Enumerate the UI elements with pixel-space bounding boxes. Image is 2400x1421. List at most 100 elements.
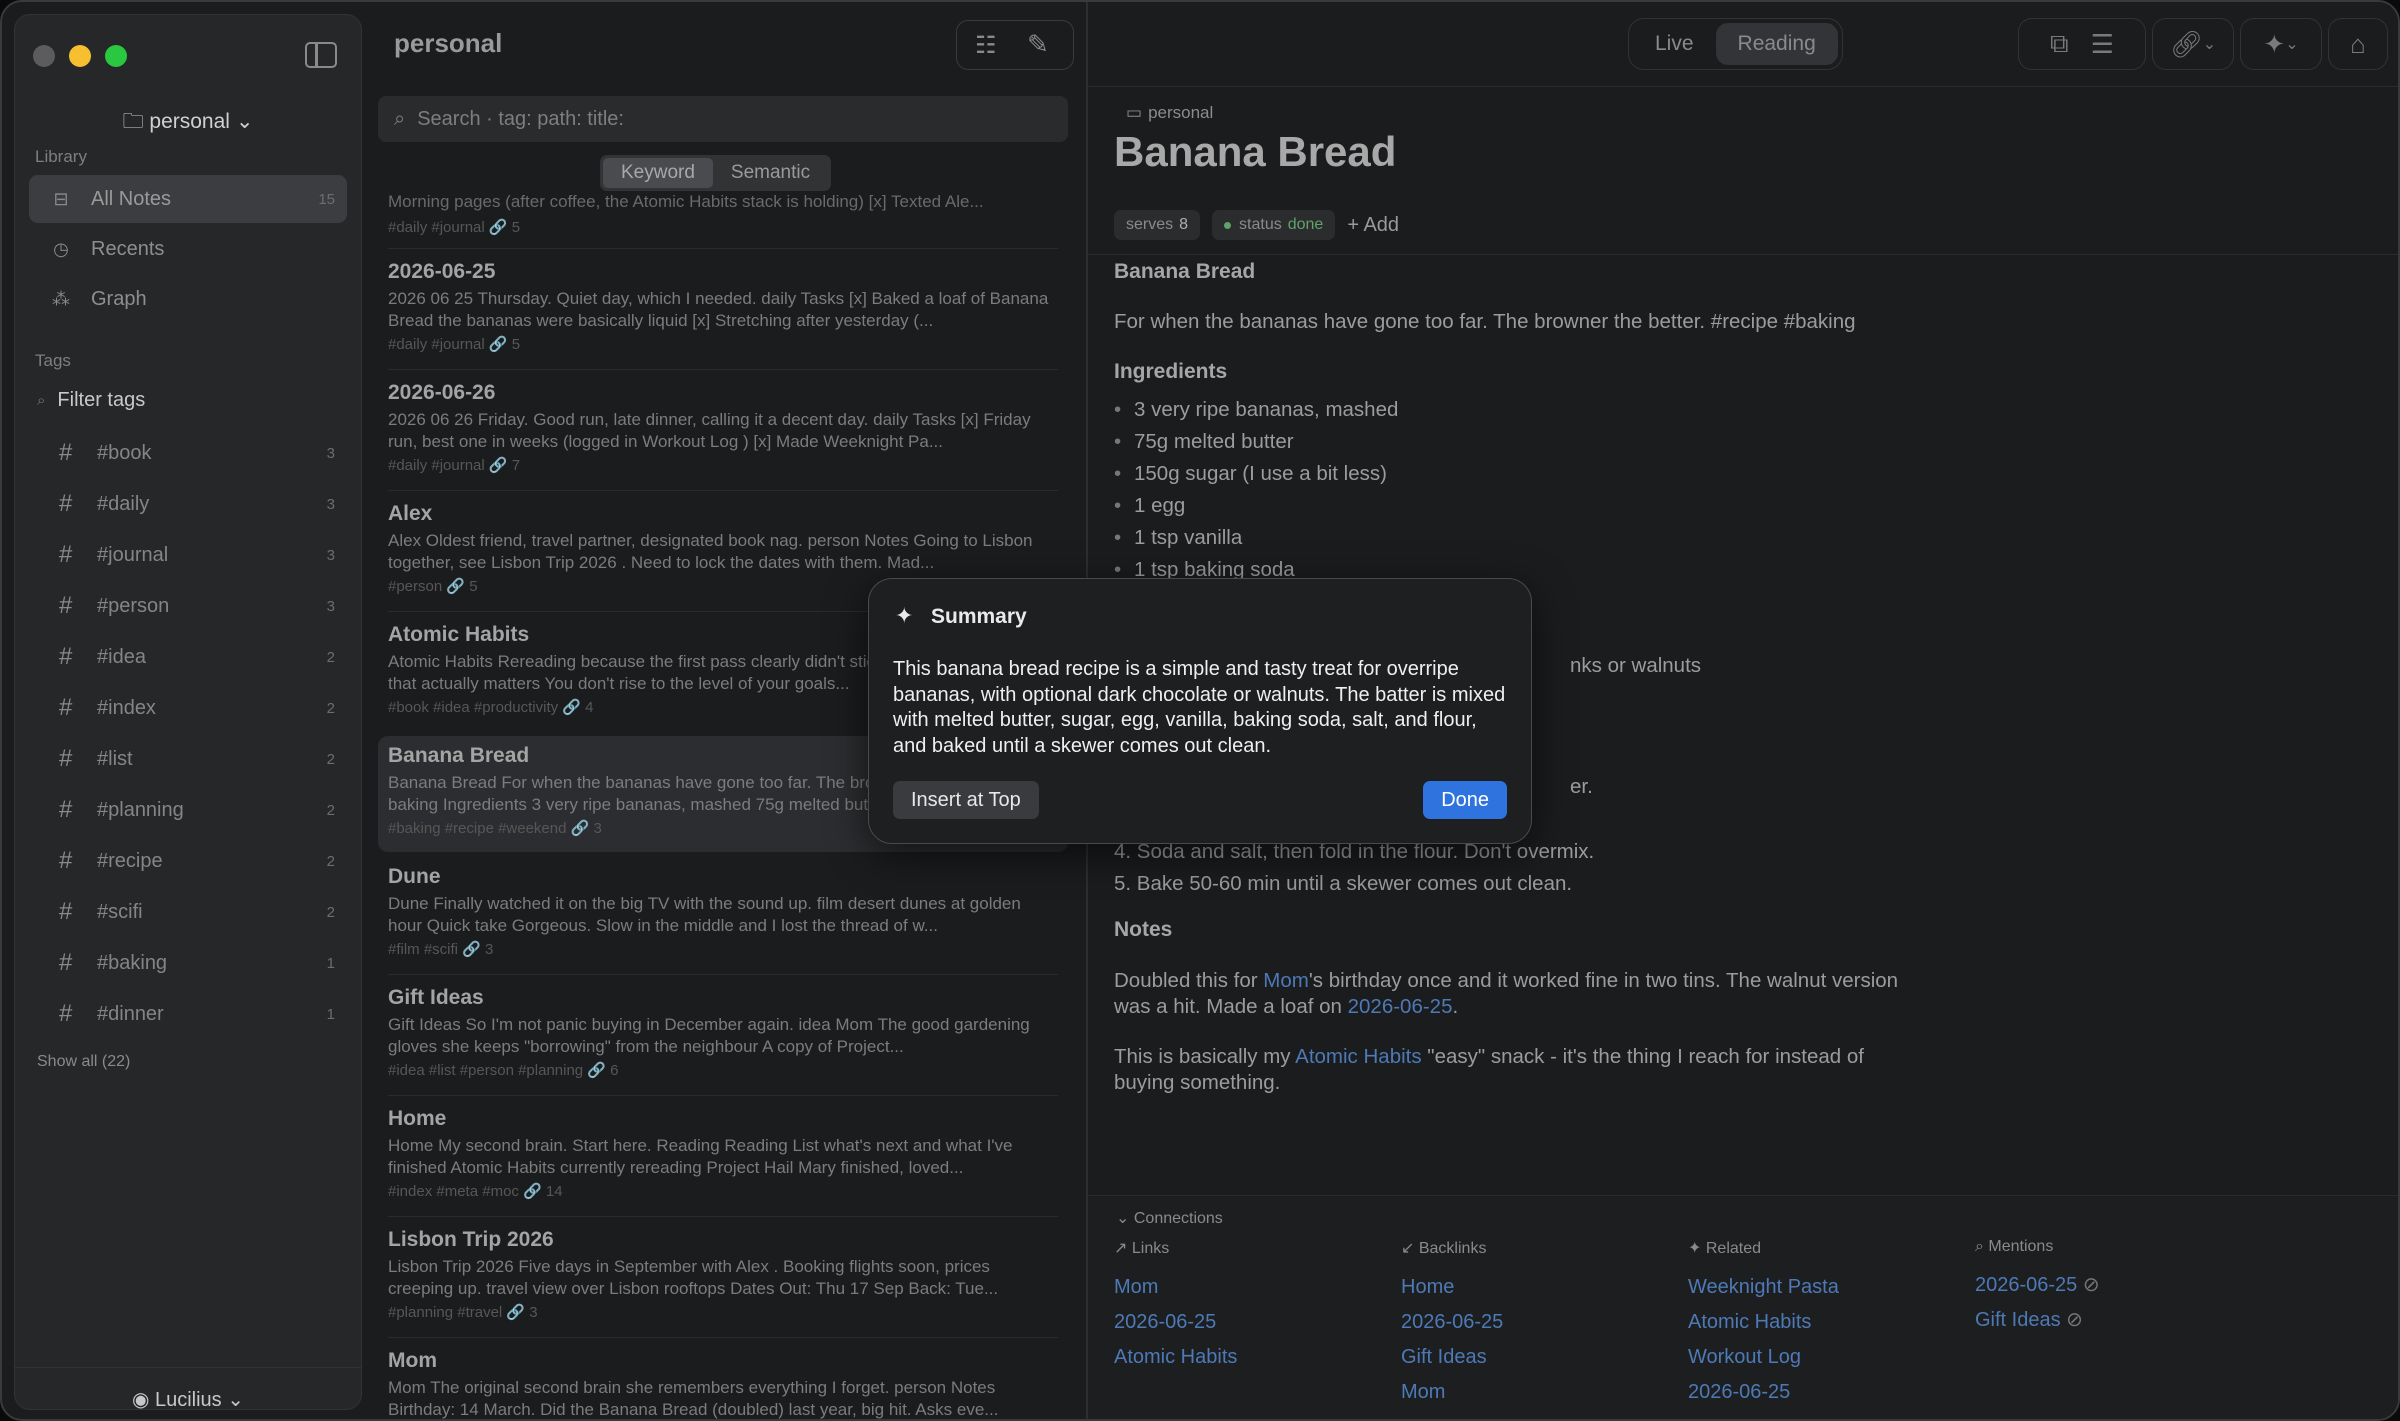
insert-at-top-button[interactable]: Insert at Top — [893, 781, 1039, 819]
done-button[interactable]: Done — [1423, 781, 1507, 819]
breadcrumb[interactable]: ▭ personal — [1126, 103, 1213, 123]
semantic-tab[interactable]: Semantic — [713, 158, 828, 188]
search-input[interactable]: ⌕ Search · tag: path: title: — [378, 96, 1068, 142]
connection-link[interactable]: Weeknight Pasta — [1688, 1270, 1968, 1305]
tag-row[interactable]: # #person 3 — [29, 586, 347, 626]
property-serves[interactable]: serves 8 — [1114, 210, 1201, 240]
connection-link[interactable]: Gift Ideas ⊘ — [1975, 1303, 2255, 1338]
list-item[interactable]: 2026-06-25 2026 06 25 Thursday. Quiet day… — [378, 252, 1068, 366]
tag-icon: ⌂ — [2350, 28, 2366, 59]
checklist-icon[interactable]: ☷ — [975, 31, 997, 60]
paragraph: This is basically my Atomic Habits "easy… — [1114, 1045, 1864, 1094]
list-item[interactable]: Dune Dune Finally watched it on the big T… — [378, 857, 1068, 971]
partial-note-body: Morning pages (after coffee, the Atomic … — [388, 192, 984, 211]
tag-row[interactable]: # #journal 3 — [29, 535, 347, 575]
connection-link[interactable]: Workout Log — [1688, 1340, 1968, 1375]
sidebar-item-label: All Notes — [91, 187, 172, 210]
list-item: 150g sugar (I use a bit less) — [1114, 458, 1934, 490]
tag-row[interactable]: # #book 3 — [29, 433, 347, 473]
property-status[interactable]: status done — [1212, 210, 1336, 240]
connection-link[interactable]: 2026-06-25 — [1401, 1305, 1681, 1340]
tag-row[interactable]: # #recipe 2 — [29, 841, 347, 881]
partial-text: nks or walnuts — [1570, 654, 1702, 677]
connection-link[interactable]: Gift Ideas — [1401, 1340, 1681, 1375]
connection-link[interactable]: 2026-06-25 — [1688, 1375, 1968, 1410]
connection-link[interactable]: Atomic Habits — [1688, 1305, 1968, 1340]
close-window-button[interactable] — [33, 45, 55, 67]
paragraph: Doubled this for Mom's birthday once and… — [1114, 969, 1899, 1018]
sidebar-toggle-icon[interactable] — [305, 42, 337, 68]
arrow-up-right-icon: ↗ — [1114, 1240, 1132, 1257]
dialog-title: Summary — [931, 605, 1027, 628]
connections-toggle[interactable]: ⌄ Connections — [1116, 1208, 1223, 1228]
paragraph: For when the bananas have gone too far. … — [1114, 310, 1856, 333]
list-item: 1 egg — [1114, 490, 1934, 522]
tag-row[interactable]: # #planning 2 — [29, 790, 347, 830]
summary-dialog: ✦ Summary This banana bread recipe is a … — [868, 578, 1532, 844]
hash-icon: # — [59, 1000, 73, 1027]
show-all-tags-link[interactable]: Show all (22) — [37, 1053, 130, 1071]
hash-icon: # — [59, 745, 73, 772]
connection-link[interactable]: Mom — [1114, 1270, 1394, 1305]
sidebar-item-label: Graph — [91, 287, 147, 310]
new-note-icon[interactable]: ✎ — [1027, 29, 1049, 60]
connection-link[interactable]: Home — [1401, 1270, 1681, 1305]
user-menu[interactable]: ◉ Lucilius ⌄ — [15, 1387, 361, 1412]
tag-row[interactable]: # #idea 2 — [29, 637, 347, 677]
divider — [388, 1337, 1058, 1338]
live-mode-tab[interactable]: Live — [1633, 23, 1716, 65]
ai-menu-button[interactable]: ✦ ⌄ — [2240, 18, 2322, 70]
tag-button[interactable]: ⌂ — [2328, 18, 2388, 70]
vault-picker[interactable]: 🗀 personal ⌄ — [15, 107, 361, 142]
chevron-down-icon: ⌄ — [1116, 1210, 1134, 1227]
arrow-down-left-icon: ↙ — [1401, 1240, 1419, 1257]
link-icon: ⊘ — [2077, 1274, 2100, 1296]
sidebar-item-recents[interactable]: ◷ Recents — [29, 225, 347, 273]
divider — [388, 1216, 1058, 1217]
keyword-tab[interactable]: Keyword — [603, 158, 713, 188]
tag-row[interactable]: # #scifi 2 — [29, 892, 347, 932]
tag-row[interactable]: # #daily 3 — [29, 484, 347, 524]
tag-row[interactable]: # #list 2 — [29, 739, 347, 779]
page-title[interactable]: Banana Bread — [1114, 128, 1396, 176]
heading: Notes — [1114, 918, 1173, 941]
zoom-window-button[interactable] — [105, 45, 127, 67]
heading: Banana Bread — [1114, 260, 1256, 283]
filter-tags-input[interactable]: ⌕ Filter tags — [37, 389, 145, 412]
outline-icon[interactable]: ☰ — [2091, 29, 2114, 60]
connection-link[interactable]: Mom — [1401, 1375, 1681, 1410]
list-item[interactable]: Home Home My second brain. Start here. Re… — [378, 1099, 1068, 1213]
hash-icon: # — [59, 694, 73, 721]
sidebar-item-all-notes[interactable]: ⊟ All Notes 15 — [29, 175, 347, 223]
list-item[interactable]: Gift Ideas Gift Ideas So I'm not panic bu… — [378, 978, 1068, 1092]
sidebar-item-graph[interactable]: ⁂ Graph — [29, 275, 347, 323]
sidebar-item-label: Recents — [91, 237, 165, 260]
list-item[interactable]: Lisbon Trip 2026 Lisbon Trip 2026 Five da… — [378, 1220, 1068, 1334]
reading-mode-tab[interactable]: Reading — [1715, 23, 1838, 65]
search-icon: ⌕ — [394, 107, 406, 130]
copy-icon[interactable]: ⧉ — [2050, 28, 2069, 60]
link-date[interactable]: 2026-06-25 — [1348, 995, 1453, 1018]
tag-row[interactable]: # #dinner 1 — [29, 994, 347, 1034]
tag-row[interactable]: # #baking 1 — [29, 943, 347, 983]
sparkle-icon: ✦ — [895, 603, 914, 628]
tag-row[interactable]: # #index 2 — [29, 688, 347, 728]
connection-link[interactable]: 2026-06-25 ⊘ — [1975, 1268, 2255, 1303]
link-mom[interactable]: Mom — [1263, 969, 1309, 992]
hash-icon: # — [59, 490, 73, 517]
chevron-down-icon: ⌄ — [2202, 36, 2217, 53]
sidebar: 🗀 personal ⌄ Library ⊟ All Notes 15 ◷ Re… — [14, 14, 362, 1412]
list-item[interactable]: Mom Mom The original second brain she rem… — [378, 1341, 1068, 1419]
link-atomic-habits[interactable]: Atomic Habits — [1295, 1045, 1421, 1068]
divider — [1088, 254, 2398, 255]
minimize-window-button[interactable] — [69, 45, 91, 67]
step-5: 5. Bake 50-60 min until a skewer comes o… — [1114, 872, 1573, 895]
folder-icon: ▭ — [1126, 103, 1143, 122]
connection-link[interactable]: 2026-06-25 — [1114, 1305, 1394, 1340]
hash-icon: # — [59, 898, 73, 925]
list-item[interactable]: 2026-06-26 2026 06 26 Friday. Good run, l… — [378, 373, 1068, 487]
link-menu-button[interactable]: 🔗︎ ⌄ — [2152, 18, 2234, 70]
note-body[interactable]: Banana Bread For when the bananas have g… — [1114, 256, 1934, 586]
add-property-button[interactable]: + Add — [1347, 214, 1399, 237]
connection-link[interactable]: Atomic Habits — [1114, 1340, 1394, 1375]
